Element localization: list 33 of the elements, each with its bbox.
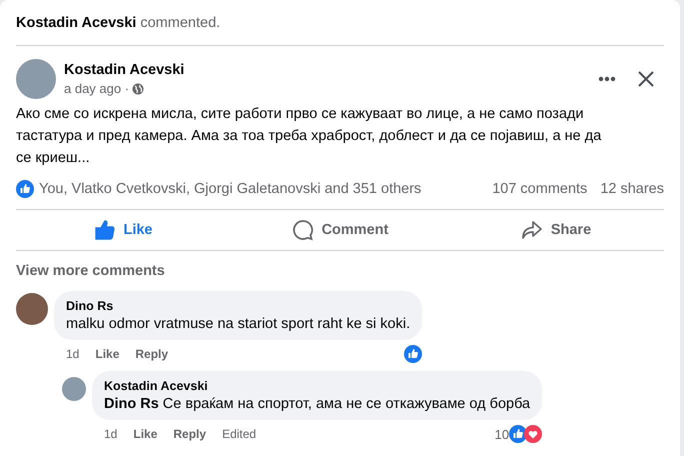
edited-label: Edited <box>222 427 256 441</box>
comment-time[interactable]: 1d <box>66 347 80 361</box>
comment-button[interactable]: Comment <box>232 210 448 250</box>
post-text: Ако сме со искрена мисла, сите работи прво се кажуваат во лице, а не само позади тастатура и пред камера. Ама за тоа треба храброст, доблест и да се појавиш, а не да се криеш... <box>16 105 602 168</box>
like-link[interactable]: Like <box>95 347 120 361</box>
close-icon[interactable] <box>638 71 654 87</box>
view-more-comments-link[interactable]: View more comments <box>16 263 664 279</box>
share-button[interactable]: Share <box>448 210 664 250</box>
thumbs-up-icon <box>95 220 116 240</box>
comment-text: Dino Rs Се враќам на спортот, ама не се откажуваме од борба <box>104 396 530 412</box>
avatar[interactable] <box>16 59 56 99</box>
avatar[interactable] <box>16 293 48 325</box>
header-text: Kostadin Acevski commented. <box>16 14 220 30</box>
avatar[interactable] <box>62 377 86 401</box>
like-link[interactable]: Like <box>133 427 158 441</box>
like-button[interactable]: Like <box>16 210 232 250</box>
like-icon <box>16 180 34 198</box>
share-arrow-icon <box>520 220 543 240</box>
comment-text: malku odmor vratmuse na stariot sport raht ke si koki. <box>66 316 410 332</box>
comment-author[interactable]: Kostadin Acevski <box>104 379 530 393</box>
author-name[interactable]: Kostadin Acevski <box>64 62 184 78</box>
reactions-summary[interactable]: You, Vlatko Cvetkovski, Gjorgi Galetanovski and 351 others <box>39 181 422 197</box>
globe-icon <box>132 82 144 94</box>
post-time[interactable]: a day ago · <box>64 81 130 96</box>
speech-bubble-icon <box>292 219 314 241</box>
reply-link[interactable]: Reply <box>173 427 206 441</box>
comments-count[interactable]: 107 comments <box>492 181 588 197</box>
reply-link[interactable]: Reply <box>135 347 168 361</box>
shares-count[interactable]: 12 shares <box>600 181 664 197</box>
reaction-count[interactable]: 10 <box>494 426 510 442</box>
comment-author[interactable]: Dino Rs <box>66 299 410 313</box>
comment-time[interactable]: 1d <box>104 427 118 441</box>
more-icon[interactable] <box>598 76 616 82</box>
